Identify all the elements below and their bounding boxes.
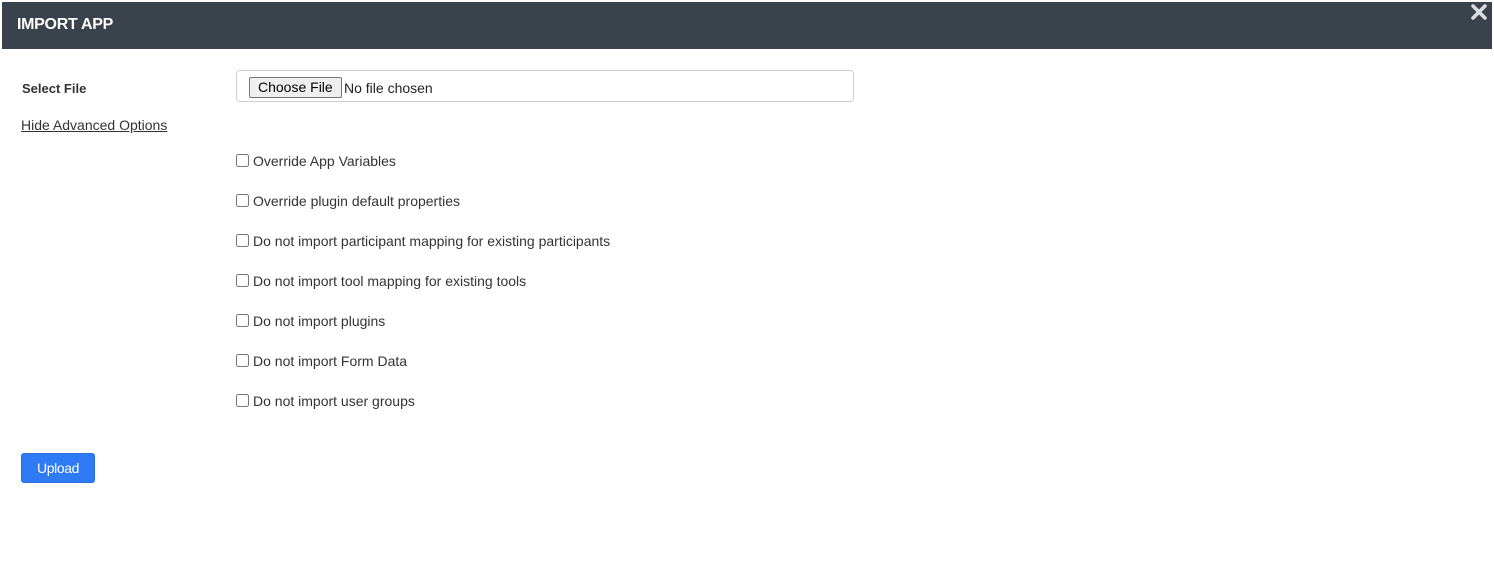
option-label: Do not import Form Data <box>253 353 408 369</box>
file-status-text: No file chosen <box>344 80 433 96</box>
dialog-title: IMPORT APP <box>17 16 113 33</box>
close-icon[interactable] <box>1469 2 1489 22</box>
option-label: Override App Variables <box>253 153 396 169</box>
option-skip-form-data[interactable]: Do not import Form Data <box>236 350 407 370</box>
dialog-title-bar: IMPORT APP <box>2 2 1492 49</box>
file-input[interactable]: Choose File No file chosen <box>236 70 854 102</box>
choose-file-button[interactable]: Choose File <box>249 77 342 98</box>
upload-button[interactable]: Upload <box>21 453 95 483</box>
option-label: Override plugin default properties <box>253 193 461 209</box>
override-plugin-properties-checkbox[interactable] <box>236 193 249 207</box>
option-label: Do not import plugins <box>253 313 386 329</box>
override-app-variables-checkbox[interactable] <box>236 153 249 167</box>
option-override-plugin-default-properties[interactable]: Override plugin default properties <box>236 190 460 210</box>
select-file-label: Select File <box>22 81 87 96</box>
option-skip-plugins[interactable]: Do not import plugins <box>236 310 385 330</box>
skip-user-groups-checkbox[interactable] <box>236 393 249 407</box>
option-override-app-variables[interactable]: Override App Variables <box>236 150 396 170</box>
option-skip-user-groups[interactable]: Do not import user groups <box>236 390 415 410</box>
skip-participant-mapping-checkbox[interactable] <box>236 233 249 247</box>
skip-tool-mapping-checkbox[interactable] <box>236 273 249 287</box>
option-label: Do not import user groups <box>253 393 415 409</box>
skip-plugins-checkbox[interactable] <box>236 313 249 327</box>
skip-form-data-checkbox[interactable] <box>236 353 249 367</box>
hide-advanced-options-link[interactable]: Hide Advanced Options <box>21 117 167 133</box>
option-label: Do not import participant mapping for ex… <box>253 233 611 249</box>
import-app-dialog: IMPORT APP Select File Choose File No fi… <box>0 0 1494 575</box>
option-label: Do not import tool mapping for existing … <box>253 273 527 289</box>
option-skip-tool-mapping[interactable]: Do not import tool mapping for existing … <box>236 270 526 290</box>
option-skip-participant-mapping[interactable]: Do not import participant mapping for ex… <box>236 230 610 250</box>
